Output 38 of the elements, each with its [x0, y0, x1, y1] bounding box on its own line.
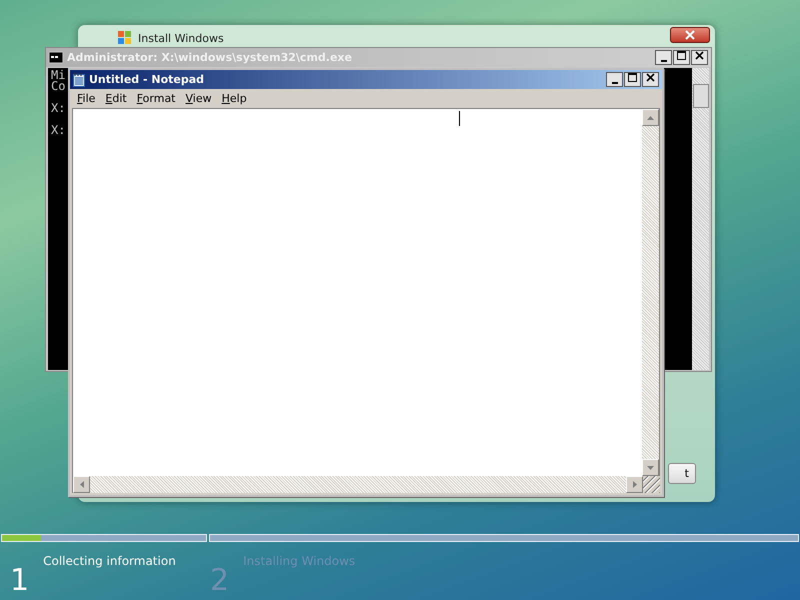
resize-grip-icon[interactable]: [643, 476, 660, 493]
menu-item[interactable]: Help: [216, 92, 252, 105]
step-number: 2: [210, 566, 230, 596]
minimize-icon: [612, 82, 618, 84]
menu-item[interactable]: Edit: [100, 92, 132, 105]
scroll-down-arrow-icon[interactable]: [647, 466, 654, 470]
close-icon: [646, 73, 655, 82]
console-icon: [49, 52, 63, 63]
scrollbar[interactable]: [642, 109, 659, 476]
step-label: Collecting information: [43, 554, 176, 568]
close-icon: [695, 51, 704, 60]
minimize-button[interactable]: [655, 50, 672, 65]
close-button[interactable]: [670, 27, 710, 43]
step-number: 1: [10, 566, 30, 596]
windows-logo-icon: [118, 31, 132, 45]
close-button[interactable]: [691, 50, 708, 65]
maximize-button[interactable]: [673, 50, 690, 65]
scrollbar[interactable]: [692, 68, 709, 370]
next-button[interactable]: t: [668, 463, 696, 484]
minimize-button[interactable]: [606, 72, 623, 87]
window-title: Untitled - Notepad: [89, 73, 206, 86]
scroll-left-arrow-icon[interactable]: [80, 481, 84, 488]
close-icon: [685, 30, 695, 40]
maximize-button[interactable]: [624, 72, 641, 87]
step-label: Installing Windows: [243, 554, 356, 568]
scroll-up-arrow-icon[interactable]: [647, 116, 654, 120]
scroll-right-arrow-icon[interactable]: [632, 481, 636, 488]
notepad-icon: [73, 72, 85, 86]
scrollbar[interactable]: [72, 476, 643, 493]
maximize-icon: [677, 51, 686, 60]
window-title: Administrator: X:\windows\system32\cmd.exe: [67, 51, 353, 64]
menu-item[interactable]: View: [180, 92, 217, 105]
menu-item[interactable]: Format: [132, 92, 180, 105]
window-title: Install Windows: [138, 32, 224, 44]
minimize-icon: [660, 60, 666, 62]
close-button[interactable]: [642, 72, 659, 87]
maximize-icon: [628, 73, 637, 82]
menu-item[interactable]: File: [72, 92, 100, 105]
